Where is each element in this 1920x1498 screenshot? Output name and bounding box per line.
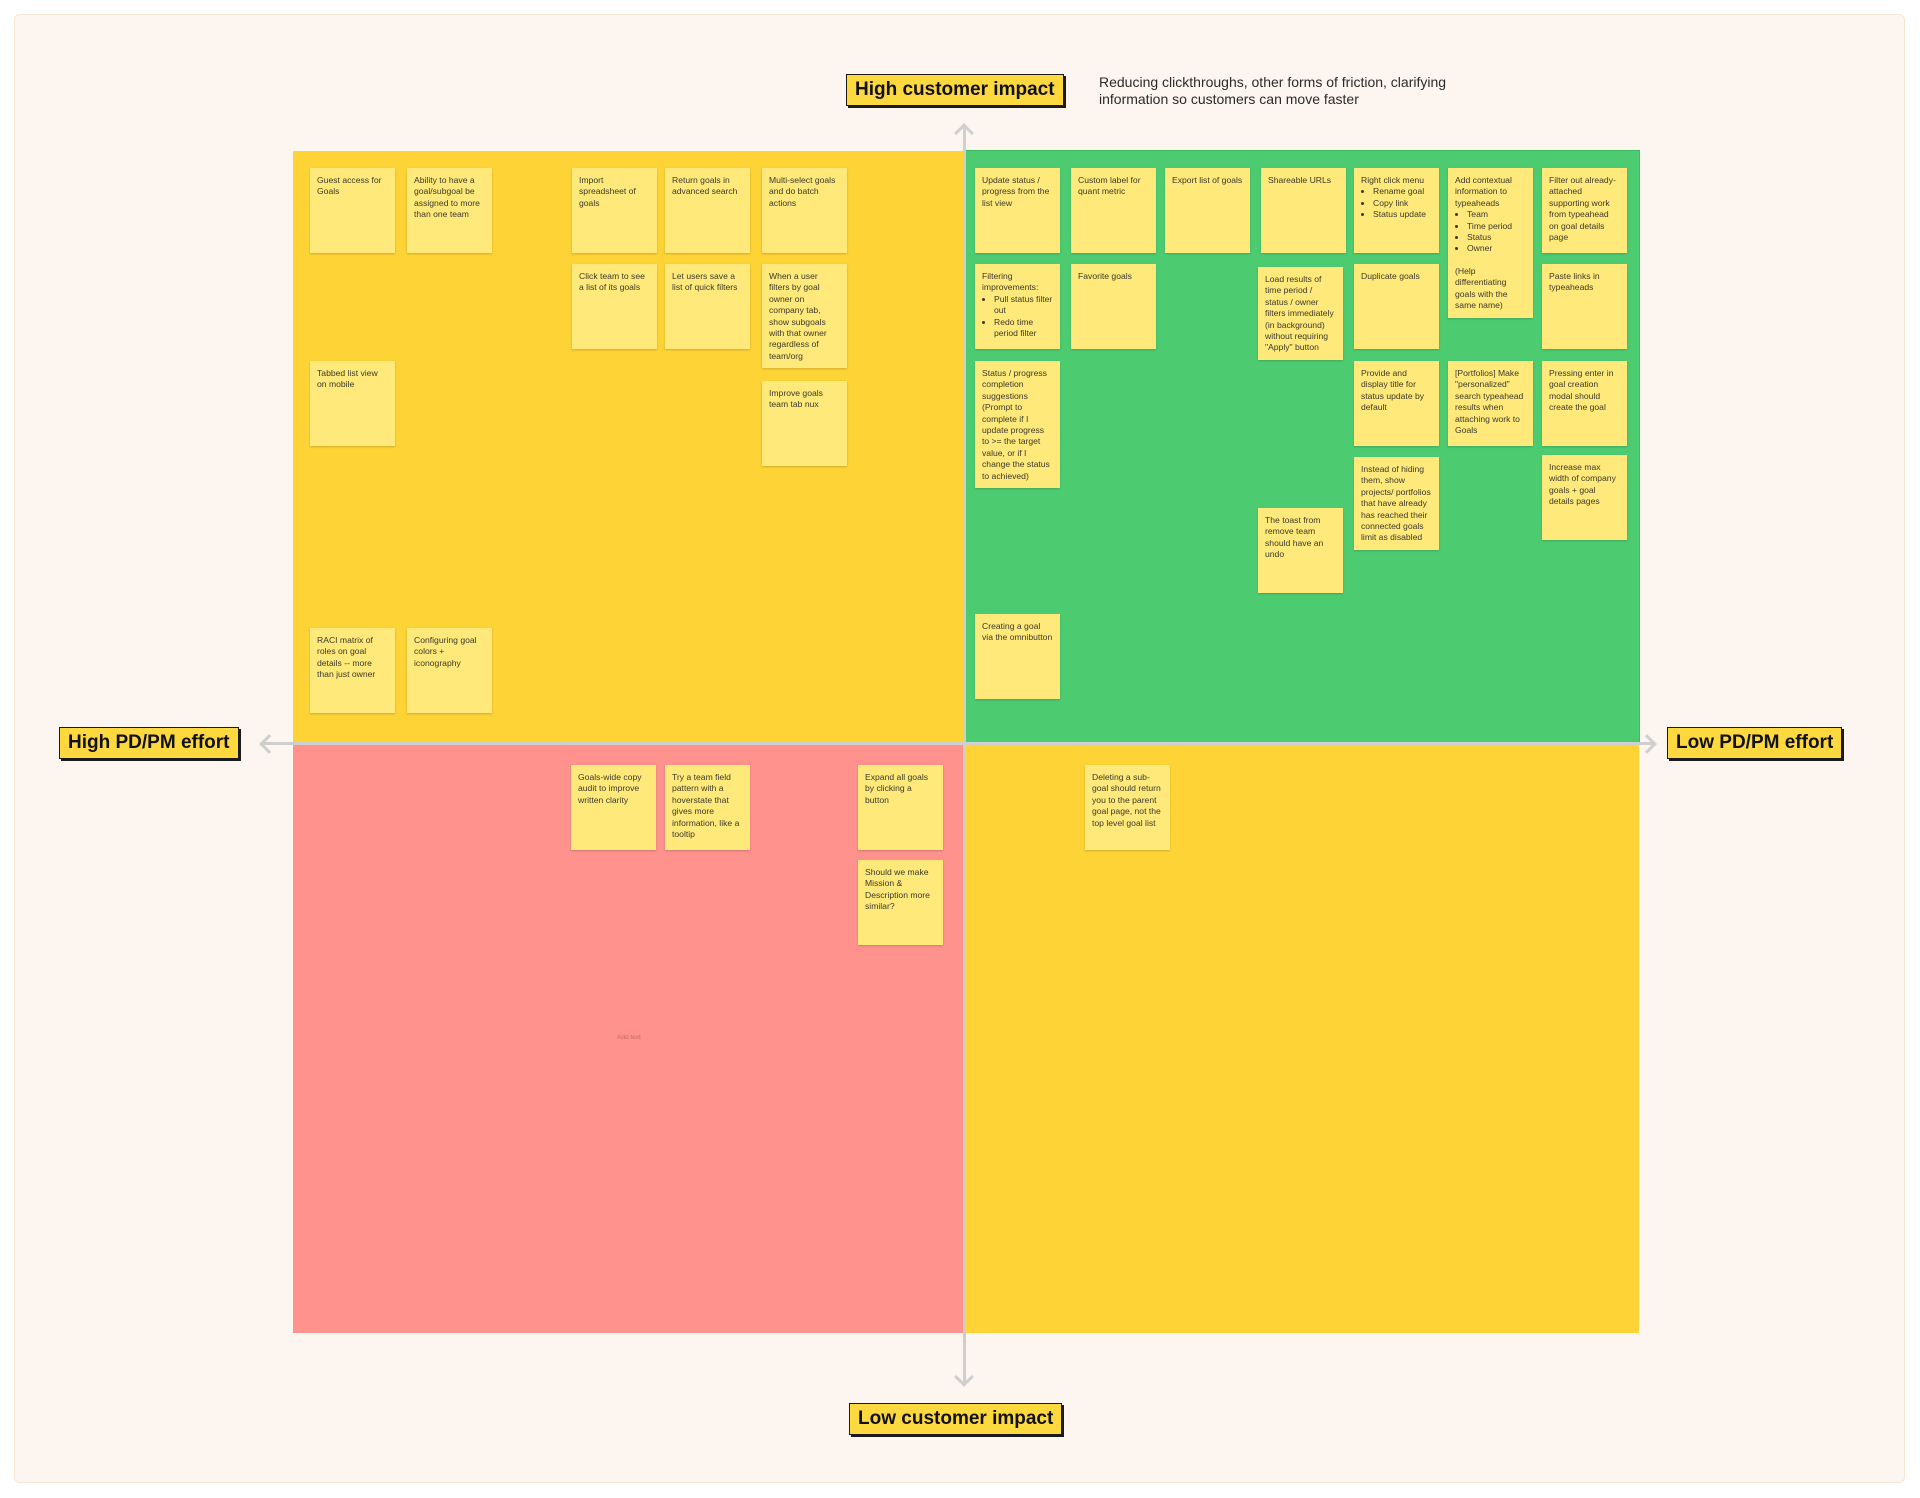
sticky-text: Export list of goals (1172, 175, 1243, 185)
sticky-note[interactable]: Let users save a list of quick filters (665, 264, 750, 349)
sticky-bullet: Copy link (1373, 198, 1432, 209)
sticky-text: Let users save a list of quick filters (672, 271, 738, 293)
sticky-bullet: Redo time period filter (994, 317, 1053, 340)
sticky-text: Ability to have a goal/subgoal be assign… (414, 175, 480, 220)
sticky-note[interactable]: Custom label for quant metric (1071, 168, 1156, 253)
sticky-text: Pressing enter in goal creation modal sh… (1549, 368, 1614, 413)
sticky-text: Provide and display title for status upd… (1361, 368, 1425, 413)
add-text-placeholder[interactable]: Add text (617, 1034, 641, 1041)
sticky-note[interactable]: When a user filters by goal owner on com… (762, 264, 847, 369)
sticky-text: The toast from remove team should have a… (1265, 515, 1324, 560)
sticky-text: Load results of time period / status / o… (1265, 274, 1334, 353)
quadrant-low-impact-low-effort (966, 745, 1639, 1333)
sticky-bullet: Status (1467, 232, 1526, 243)
sticky-text: Increase max width of company goals + go… (1549, 462, 1616, 507)
sticky-note[interactable]: Import spreadsheet of goals (572, 168, 657, 253)
sticky-note[interactable]: Increase max width of company goals + go… (1542, 455, 1627, 540)
axis-label-low-effort[interactable]: Low PD/PM effort (1667, 727, 1843, 759)
sticky-text: Right click menu (1361, 175, 1425, 185)
sticky-note[interactable]: Provide and display title for status upd… (1354, 361, 1439, 446)
sticky-note[interactable]: Add contextual information to typeaheads… (1448, 168, 1533, 318)
sticky-note[interactable]: Load results of time period / status / o… (1258, 267, 1343, 360)
sticky-note[interactable]: Right click menu Rename goal Copy link S… (1354, 168, 1439, 253)
sticky-note[interactable]: Goals-wide copy audit to improve written… (571, 765, 656, 850)
sticky-note[interactable]: Guest access for Goals (310, 168, 395, 253)
sticky-text: Status / progress completion suggestions… (982, 368, 1050, 481)
sticky-note[interactable]: Filtering improvements: Pull status filt… (975, 264, 1060, 349)
vertical-axis (963, 126, 966, 1384)
sticky-note[interactable]: Filter out already-attached supporting w… (1542, 168, 1627, 253)
sticky-note[interactable]: Should we make Mission & Description mor… (858, 860, 943, 945)
sticky-note[interactable]: Return goals in advanced search (665, 168, 750, 253)
sticky-text: Goals-wide copy audit to improve written… (578, 772, 642, 805)
sticky-text: Import spreadsheet of goals (579, 175, 636, 208)
sticky-text: Improve goals team tab nux (769, 388, 823, 410)
sticky-note[interactable]: Creating a goal via the omnibutton (975, 614, 1060, 699)
sticky-note[interactable]: Deleting a sub-goal should return you to… (1085, 765, 1170, 850)
sticky-note[interactable]: Status / progress completion suggestions… (975, 361, 1060, 489)
sticky-text: Should we make Mission & Description mor… (865, 867, 930, 912)
sticky-text: When a user filters by goal owner on com… (769, 271, 827, 361)
sticky-text: Try a team field pattern with a hoversta… (672, 772, 740, 840)
sticky-bullet-list: Rename goal Copy link Status update (1361, 186, 1432, 220)
sticky-bullet-list: Team Time period Status Owner (1455, 209, 1526, 255)
sticky-bullet: Status update (1373, 209, 1432, 220)
sticky-text: Update status / progress from the list v… (982, 175, 1050, 208)
axis-label-low-impact[interactable]: Low customer impact (849, 1403, 1063, 1435)
sticky-note[interactable]: Multi-select goals and do batch actions (762, 168, 847, 253)
sticky-text: Filtering improvements: (982, 271, 1039, 293)
sticky-text: Shareable URLs (1268, 175, 1332, 185)
sticky-bullet: Owner (1467, 243, 1526, 254)
sticky-note[interactable]: Duplicate goals (1354, 264, 1439, 349)
sticky-note[interactable]: Try a team field pattern with a hoversta… (665, 765, 750, 850)
sticky-text: Expand all goals by clicking a button (865, 772, 929, 805)
sticky-text: Configuring goal colors + iconography (414, 635, 477, 668)
sticky-bullet: Rename goal (1373, 186, 1432, 197)
sticky-note[interactable]: The toast from remove team should have a… (1258, 508, 1343, 593)
sticky-note[interactable]: Favorite goals (1071, 264, 1156, 349)
sticky-bullet-list: Pull status filter out Redo time period … (982, 294, 1053, 340)
horizontal-axis (262, 742, 1654, 745)
sticky-text: Click team to see a list of its goals (579, 271, 645, 293)
sticky-text: [Portfolios] Make "personalized" search … (1455, 368, 1524, 436)
sticky-note[interactable]: Paste links in typeaheads (1542, 264, 1627, 349)
sticky-note[interactable]: Update status / progress from the list v… (975, 168, 1060, 253)
sticky-text: (Help differentiating goals with the sam… (1455, 265, 1508, 311)
sticky-text: Paste links in typeaheads (1549, 271, 1600, 293)
sticky-text: Creating a goal via the omnibutton (982, 621, 1053, 643)
sticky-text: Multi-select goals and do batch actions (769, 175, 836, 208)
sticky-text: Instead of hiding them, show projects/ p… (1361, 464, 1431, 543)
sticky-text: Deleting a sub-goal should return you to… (1092, 772, 1161, 828)
high-impact-description[interactable]: Reducing clickthroughs, other forms of f… (1099, 74, 1519, 108)
sticky-text: Return goals in advanced search (672, 175, 738, 197)
sticky-note[interactable]: Click team to see a list of its goals (572, 264, 657, 349)
sticky-text: Favorite goals (1078, 271, 1132, 281)
sticky-note[interactable]: Instead of hiding them, show projects/ p… (1354, 457, 1439, 550)
sticky-note[interactable]: Configuring goal colors + iconography (407, 628, 492, 713)
sticky-note[interactable]: Pressing enter in goal creation modal sh… (1542, 361, 1627, 446)
sticky-text: Add contextual information to typeaheads (1455, 175, 1512, 208)
sticky-bullet: Team (1467, 209, 1526, 220)
sticky-bullet: Pull status filter out (994, 294, 1053, 317)
sticky-note[interactable]: Tabbed list view on mobile (310, 361, 395, 446)
axis-label-high-effort[interactable]: High PD/PM effort (59, 727, 239, 759)
sticky-note[interactable]: Expand all goals by clicking a button (858, 765, 943, 850)
sticky-text: RACI matrix of roles on goal details -- … (317, 635, 376, 680)
sticky-text: Duplicate goals (1361, 271, 1420, 281)
sticky-note[interactable]: Export list of goals (1165, 168, 1250, 253)
axis-label-high-impact[interactable]: High customer impact (846, 74, 1064, 106)
sticky-text: Guest access for Goals (317, 175, 382, 197)
sticky-note[interactable]: RACI matrix of roles on goal details -- … (310, 628, 395, 713)
sticky-note[interactable]: Ability to have a goal/subgoal be assign… (407, 168, 492, 253)
sticky-bullet: Time period (1467, 221, 1526, 232)
sticky-note[interactable]: Improve goals team tab nux (762, 381, 847, 466)
sticky-text: Filter out already-attached supporting w… (1549, 175, 1616, 243)
sticky-note[interactable]: [Portfolios] Make "personalized" search … (1448, 361, 1533, 446)
sticky-note[interactable]: Shareable URLs (1261, 168, 1346, 253)
sticky-text: Custom label for quant metric (1078, 175, 1141, 197)
sticky-text: Tabbed list view on mobile (317, 368, 378, 390)
